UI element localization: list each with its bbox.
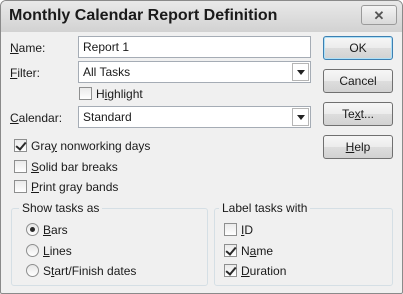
dialog-title: Monthly Calendar Report Definition (9, 7, 278, 24)
help-button[interactable]: Help (323, 135, 393, 159)
name-checkbox[interactable] (224, 244, 237, 257)
solid-bar-breaks-checkbox[interactable] (14, 160, 27, 173)
start-finish-dates-radio[interactable] (26, 264, 39, 277)
show-tasks-title: Show tasks as (19, 201, 103, 215)
filter-value: All Tasks (83, 65, 131, 79)
id-label: ID (241, 223, 254, 237)
chevron-down-icon[interactable] (292, 108, 309, 126)
cancel-button[interactable]: Cancel (323, 69, 393, 93)
name-label: Name: (10, 41, 46, 55)
calendar-value: Standard (83, 110, 132, 124)
print-gray-bands-checkbox[interactable] (14, 180, 27, 193)
close-icon: ✕ (373, 7, 385, 23)
lines-label: Lines (43, 244, 72, 258)
duration-checkbox[interactable] (224, 264, 237, 277)
label-tasks-title: Label tasks with (219, 201, 311, 215)
lines-radio[interactable] (26, 244, 39, 257)
gray-nonworking-days-checkbox[interactable] (14, 139, 27, 152)
close-button[interactable]: ✕ (361, 5, 397, 25)
ok-button[interactable]: OK (323, 36, 393, 60)
calendar-label: Calendar: (10, 111, 63, 125)
filter-label: Filter: (10, 66, 41, 80)
gray-nonworking-days-label: Gray nonworking days (31, 139, 151, 153)
start-finish-dates-label: Start/Finish dates (43, 264, 137, 278)
chevron-down-icon[interactable] (292, 63, 309, 81)
solid-bar-breaks-label: Solid bar breaks (31, 160, 118, 174)
report-definition-dialog: Monthly Calendar Report Definition ✕ Nam… (0, 0, 403, 294)
id-checkbox[interactable] (224, 223, 237, 236)
title-bar[interactable]: Monthly Calendar Report Definition ✕ (1, 1, 402, 32)
text-button[interactable]: Te x t... (323, 102, 393, 126)
calendar-dropdown[interactable]: Standard (78, 106, 311, 128)
bars-radio[interactable] (26, 223, 39, 236)
highlight-checkbox[interactable] (79, 87, 92, 100)
duration-label: Duration (241, 264, 287, 278)
bars-label: Bars (43, 223, 68, 237)
name-option-label: Name (241, 244, 274, 258)
print-gray-bands-label: Print gray bands (31, 180, 119, 194)
highlight-label: Highlight (96, 87, 143, 101)
filter-dropdown[interactable]: All Tasks (78, 61, 311, 83)
name-field[interactable]: Report 1 (78, 36, 311, 58)
